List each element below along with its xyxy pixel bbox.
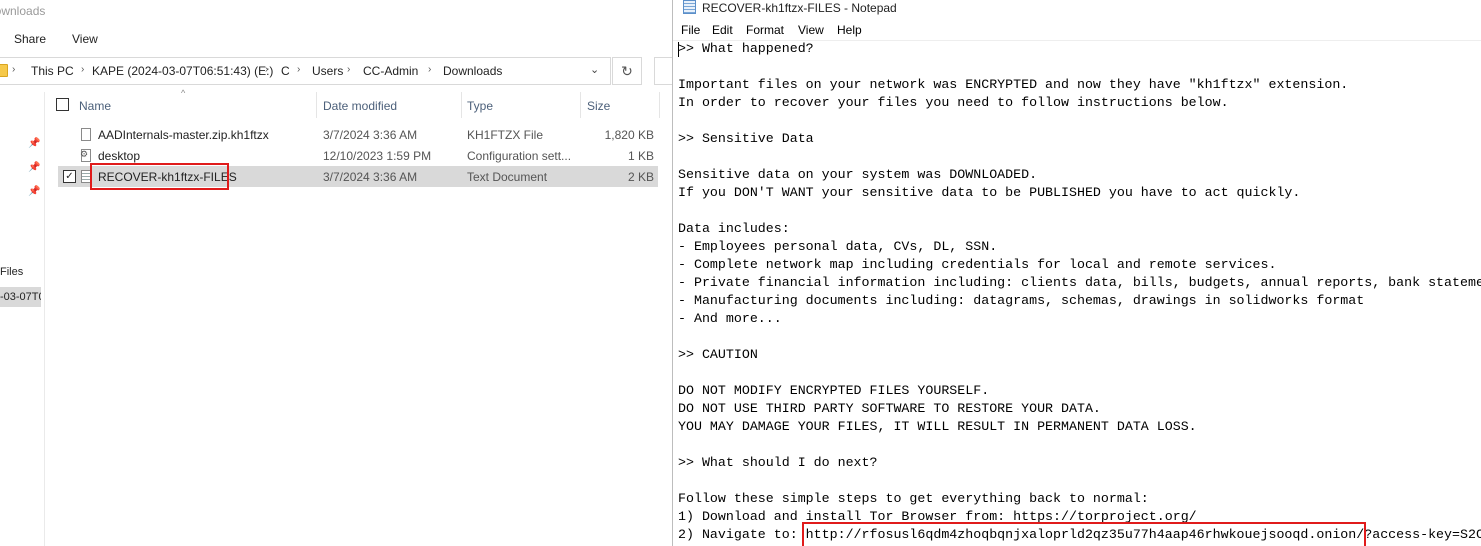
- column-type-label: Type: [467, 99, 494, 113]
- file-type: KH1FTZX File: [467, 128, 544, 142]
- text-line: - Complete network map including credent…: [678, 257, 1277, 272]
- text-line: >> Sensitive Data: [678, 131, 814, 146]
- column-header-date[interactable]: Date modified: [323, 92, 459, 118]
- text-line: Data includes:: [678, 221, 790, 236]
- column-divider[interactable]: [461, 92, 462, 118]
- text-line: Follow these simple steps to get everyth…: [678, 491, 1149, 506]
- column-header-size[interactable]: Size: [587, 92, 657, 118]
- text-line: >> What happened?: [678, 41, 814, 56]
- navigation-pane: 📌 📌 📌: [0, 92, 45, 546]
- text-line: Sensitive data on your system was DOWNLO…: [678, 167, 1038, 182]
- file-row-selected[interactable]: ✓ RECOVER-kh1ftzx-FILES 3/7/2024 3:36 AM…: [58, 166, 658, 187]
- notepad-window: RECOVER-kh1ftzx-FILES - Notepad File Edi…: [672, 0, 1481, 546]
- notepad-title-bar: RECOVER-kh1ftzx-FILES - Notepad: [683, 0, 897, 16]
- chevron-right-icon: ›: [12, 64, 16, 75]
- nav-item-kape[interactable]: -03-07T0: [0, 287, 41, 307]
- breadcrumb-drive[interactable]: KAPE (2024-03-07T06:51:43) (E:): [92, 64, 273, 78]
- ribbon-tab-view[interactable]: View: [72, 32, 98, 46]
- text-line: Important files on your network was ENCR…: [678, 77, 1349, 92]
- column-header-type[interactable]: Type: [467, 92, 577, 118]
- refresh-icon: ↻: [621, 63, 633, 79]
- file-name: RECOVER-kh1ftzx-FILES: [98, 170, 237, 184]
- breadcrumb-this-pc[interactable]: This PC: [31, 64, 74, 78]
- chevron-down-icon[interactable]: ⌄: [590, 63, 599, 76]
- file-name: desktop: [98, 149, 141, 163]
- column-date-label: Date modified: [323, 99, 398, 113]
- text-line: 1) Download and install Tor Browser from…: [678, 509, 1197, 524]
- notepad-title: RECOVER-kh1ftzx-FILES - Notepad: [702, 1, 897, 15]
- text-line: In order to recover your files you need …: [678, 95, 1229, 110]
- text-caret: [678, 42, 679, 57]
- text-line: - Private financial information includin…: [678, 275, 1481, 290]
- file-icon: [81, 128, 91, 141]
- file-size: 2 KB: [627, 170, 654, 184]
- breadcrumb-users[interactable]: Users: [312, 64, 343, 78]
- breadcrumb-c[interactable]: C: [281, 64, 290, 78]
- folder-icon: [0, 64, 8, 77]
- text-line: DO NOT MODIFY ENCRYPTED FILES YOURSELF.: [678, 383, 990, 398]
- chevron-right-icon: ›: [265, 64, 269, 75]
- chevron-right-icon: ›: [81, 64, 85, 75]
- notepad-icon: [683, 0, 696, 14]
- menu-view[interactable]: View: [798, 23, 824, 37]
- column-name-label: Name: [79, 99, 112, 113]
- file-date: 12/10/2023 1:59 PM: [323, 149, 432, 163]
- text-line: - Manufacturing documents including: dat…: [678, 293, 1365, 308]
- column-divider[interactable]: [659, 92, 660, 118]
- refresh-button[interactable]: ↻: [612, 57, 642, 85]
- menu-file[interactable]: File: [681, 23, 700, 37]
- file-type: Configuration sett...: [467, 149, 572, 163]
- text-line: >> What should I do next?: [678, 455, 878, 470]
- file-size: 1,820 KB: [604, 128, 654, 142]
- file-type: Text Document: [467, 170, 548, 184]
- settings-file-icon: [80, 149, 91, 162]
- select-all-checkbox[interactable]: [56, 98, 69, 111]
- chevron-right-icon: ›: [428, 64, 432, 75]
- text-line: - And more...: [678, 311, 782, 326]
- pin-icon[interactable]: 📌: [28, 138, 40, 149]
- chevron-right-icon: ›: [347, 64, 351, 75]
- ribbon-tab-share[interactable]: Share: [14, 32, 46, 46]
- file-size: 1 KB: [627, 149, 654, 163]
- pin-icon[interactable]: 📌: [28, 162, 40, 173]
- text-file-icon: [81, 170, 91, 183]
- column-header-name[interactable]: Name: [79, 92, 315, 118]
- breadcrumb-downloads[interactable]: Downloads: [443, 64, 502, 78]
- file-name: AADInternals-master.zip.kh1ftzx: [98, 128, 269, 142]
- menu-help[interactable]: Help: [837, 23, 862, 37]
- text-line: 2) Navigate to: http://rfosusl6qdm4zhoqb…: [678, 527, 1481, 542]
- text-line: If you DON'T WANT your sensitive data to…: [678, 185, 1301, 200]
- address-bar[interactable]: › This PC › KAPE (2024-03-07T06:51:43) (…: [0, 57, 611, 85]
- file-date: 3/7/2024 3:36 AM: [323, 128, 418, 142]
- menu-format[interactable]: Format: [746, 23, 784, 37]
- file-row[interactable]: desktop 12/10/2023 1:59 PM Configuration…: [58, 145, 658, 166]
- file-date: 3/7/2024 3:36 AM: [323, 170, 418, 184]
- row-checkbox[interactable]: ✓: [63, 170, 76, 183]
- text-line: YOU MAY DAMAGE YOUR FILES, IT WILL RESUL…: [678, 419, 1197, 434]
- breadcrumb-cc-admin[interactable]: CC-Admin: [363, 64, 418, 78]
- column-size-label: Size: [587, 99, 611, 113]
- text-line: - Employees personal data, CVs, DL, SSN.: [678, 239, 998, 254]
- column-divider[interactable]: [580, 92, 581, 118]
- chevron-right-icon: ›: [297, 64, 301, 75]
- menu-bar: File Edit Format View Help: [673, 20, 1481, 41]
- search-box[interactable]: [654, 57, 672, 85]
- explorer-title: Downloads: [0, 4, 46, 18]
- pin-icon[interactable]: 📌: [28, 186, 40, 197]
- text-line: DO NOT USE THIRD PARTY SOFTWARE TO RESTO…: [678, 401, 1101, 416]
- text-line: >> CAUTION: [678, 347, 758, 362]
- file-row[interactable]: AADInternals-master.zip.kh1ftzx 3/7/2024…: [58, 124, 658, 145]
- notepad-text-area[interactable]: >> What happened? Important files on you…: [678, 40, 1481, 544]
- file-explorer-window: Downloads Share View › This PC › KAPE (2…: [0, 0, 672, 546]
- column-divider[interactable]: [316, 92, 317, 118]
- menu-edit[interactable]: Edit: [712, 23, 733, 37]
- nav-item-files[interactable]: Files: [0, 266, 23, 278]
